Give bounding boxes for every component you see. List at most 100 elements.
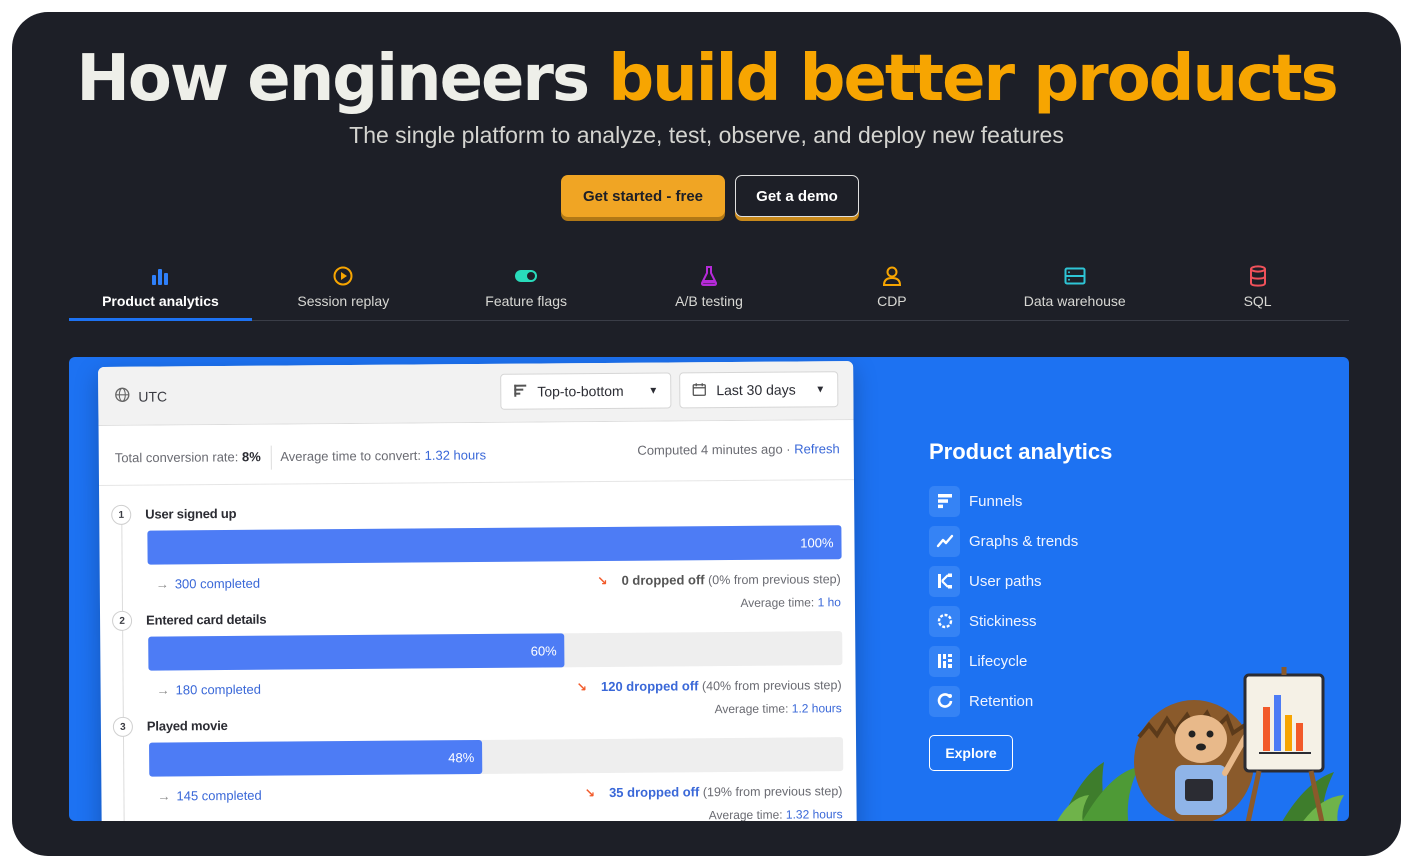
stickiness-icon: [929, 605, 960, 637]
funnel-step: 1 User signed up 100% → 300 completed ↘ 0 …: [99, 495, 854, 592]
date-select[interactable]: Last 30 days ▼: [679, 371, 839, 409]
person-icon: [882, 265, 902, 287]
chevron-down-icon: ▼: [815, 383, 826, 395]
step-avg-time: Average time: 1 ho: [740, 595, 841, 610]
dropped-note: (40% from previous step): [701, 678, 842, 694]
feature-label: Lifecycle: [969, 652, 1028, 670]
dropped-note: (0% from previous step): [708, 572, 841, 588]
step-bar-fill: 48%: [149, 739, 483, 777]
arrow-right-icon: →: [157, 788, 171, 804]
avg-time-label: Average time to convert:: [280, 447, 422, 465]
feature-label: User paths: [969, 572, 1042, 590]
hero-title-plain: How engineers: [76, 42, 609, 116]
tab-ab-testing[interactable]: A/B testing: [618, 259, 801, 320]
card-divider: [99, 479, 854, 486]
chevron-down-icon: ▼: [648, 385, 659, 397]
arrow-down-right-icon: ↘: [584, 786, 596, 801]
funnel-stats: Total conversion rate: 8% Average time t…: [115, 441, 840, 471]
tab-feature-flags[interactable]: Feature flags: [435, 259, 618, 320]
funnel-card-wrapper: UTC Top-to-bottom ▼ Last 30 days ▼ Total…: [98, 357, 858, 821]
feature-user-paths[interactable]: User paths: [929, 561, 1112, 601]
avg-value: 1 ho: [817, 595, 842, 610]
bar-chart-icon: [150, 265, 170, 287]
arrow-down-right-icon: ↘: [597, 574, 608, 589]
layout-icon: [513, 383, 527, 400]
tab-data-warehouse[interactable]: Data warehouse: [983, 259, 1166, 320]
completed-count: 300 completed: [174, 575, 261, 592]
dropped-value: 0 dropped off: [621, 572, 705, 588]
dropped-value: 120 dropped off: [600, 678, 699, 695]
step-dropped[interactable]: ↘ 35 dropped off (19% from previous step): [584, 783, 842, 800]
step-name: User signed up: [145, 505, 237, 522]
explore-button[interactable]: Explore: [929, 735, 1013, 771]
conversion-label: Total conversion rate:: [114, 449, 239, 466]
funnel-icon: [929, 485, 960, 517]
tab-label: Data warehouse: [1023, 293, 1126, 309]
tab-sql[interactable]: SQL: [1166, 259, 1349, 320]
feature-label: Funnels: [969, 492, 1023, 510]
date-select-value: Last 30 days: [716, 381, 796, 399]
arrow-right-icon: →: [156, 682, 170, 698]
cta-row: Get started - free Get a demo: [561, 175, 859, 217]
step-avg-time: Average time: 1.32 hours: [709, 807, 843, 821]
avg-value: 1.2 hours: [791, 701, 842, 716]
arrow-right-icon: →: [155, 576, 169, 592]
hedgehog-mascot-illustration: [1057, 667, 1344, 821]
toggle-icon: [514, 265, 538, 287]
replay-icon: [332, 265, 354, 287]
tab-product-analytics[interactable]: Product analytics: [69, 259, 252, 321]
avg-time-value: 1.32 hours: [424, 447, 487, 463]
lifecycle-icon: [929, 645, 960, 677]
retention-icon: [929, 685, 960, 717]
step-bar-track[interactable]: 60%: [148, 631, 843, 671]
calendar-icon: [692, 382, 706, 399]
feature-funnels[interactable]: Funnels: [929, 481, 1112, 521]
globe-icon: [114, 387, 130, 406]
step-number: 1: [111, 504, 132, 525]
timezone-indicator[interactable]: UTC: [114, 386, 167, 405]
funnel-card: UTC Top-to-bottom ▼ Last 30 days ▼ Total…: [98, 361, 858, 821]
step-number: 3: [112, 716, 133, 737]
feature-label: Retention: [969, 692, 1034, 710]
page-frame: How engineers build better products The …: [12, 12, 1401, 856]
flask-icon: [699, 265, 719, 287]
step-name: Played movie: [146, 717, 228, 734]
step-avg-time: Average time: 1.2 hours: [715, 701, 842, 716]
completed-count: 145 completed: [176, 787, 262, 804]
trend-icon: [929, 525, 960, 557]
tab-label: SQL: [1243, 293, 1272, 309]
computed-status: Computed 4 minutes ago · Refresh: [637, 441, 839, 458]
hero-subtitle: The single platform to analyze, test, ob…: [349, 122, 1064, 148]
step-completed[interactable]: → 180 completed: [157, 682, 261, 698]
tab-cdp[interactable]: CDP: [800, 259, 983, 320]
feature-panel: UTC Top-to-bottom ▼ Last 30 days ▼ Total…: [69, 357, 1349, 821]
refresh-link[interactable]: Refresh: [794, 441, 840, 456]
steps-connector-line: [121, 514, 125, 821]
funnel-step: Average time: 1 ho 2 Entered card detail…: [100, 595, 855, 698]
step-bar-fill: 60%: [148, 633, 565, 671]
step-dropped[interactable]: ↘ 120 dropped off (40% from previous step…: [576, 677, 841, 694]
side-title: Product analytics: [929, 439, 1113, 464]
database-icon: [1249, 265, 1267, 287]
conversion-value: 8%: [241, 449, 261, 465]
step-bar-track[interactable]: 48%: [149, 737, 844, 777]
tab-session-replay[interactable]: Session replay: [252, 259, 435, 320]
avg-value: 1.32 hours: [785, 807, 843, 821]
get-started-button[interactable]: Get started - free: [561, 175, 725, 217]
get-demo-button[interactable]: Get a demo: [735, 175, 859, 217]
avg-label: Average time:: [708, 807, 783, 821]
step-completed[interactable]: → 145 completed: [157, 788, 261, 804]
feature-stickiness[interactable]: Stickiness: [929, 601, 1112, 641]
layout-select[interactable]: Top-to-bottom ▼: [500, 372, 672, 410]
step-completed[interactable]: → 300 completed: [156, 576, 260, 592]
tab-label: CDP: [877, 293, 907, 309]
step-bar-track[interactable]: 100%: [147, 525, 842, 565]
funnel-card-header: UTC Top-to-bottom ▼ Last 30 days ▼: [98, 361, 854, 426]
timezone-label: UTC: [138, 387, 168, 405]
product-tabs: Product analytics Session replay Feature…: [69, 259, 1349, 321]
step-bar-fill: 100%: [147, 525, 842, 565]
step-dropped[interactable]: ↘ 0 dropped off (0% from previous step): [597, 571, 841, 588]
paths-icon: [929, 565, 960, 597]
feature-graphs-trends[interactable]: Graphs & trends: [929, 521, 1112, 561]
layout-select-value: Top-to-bottom: [537, 382, 624, 400]
